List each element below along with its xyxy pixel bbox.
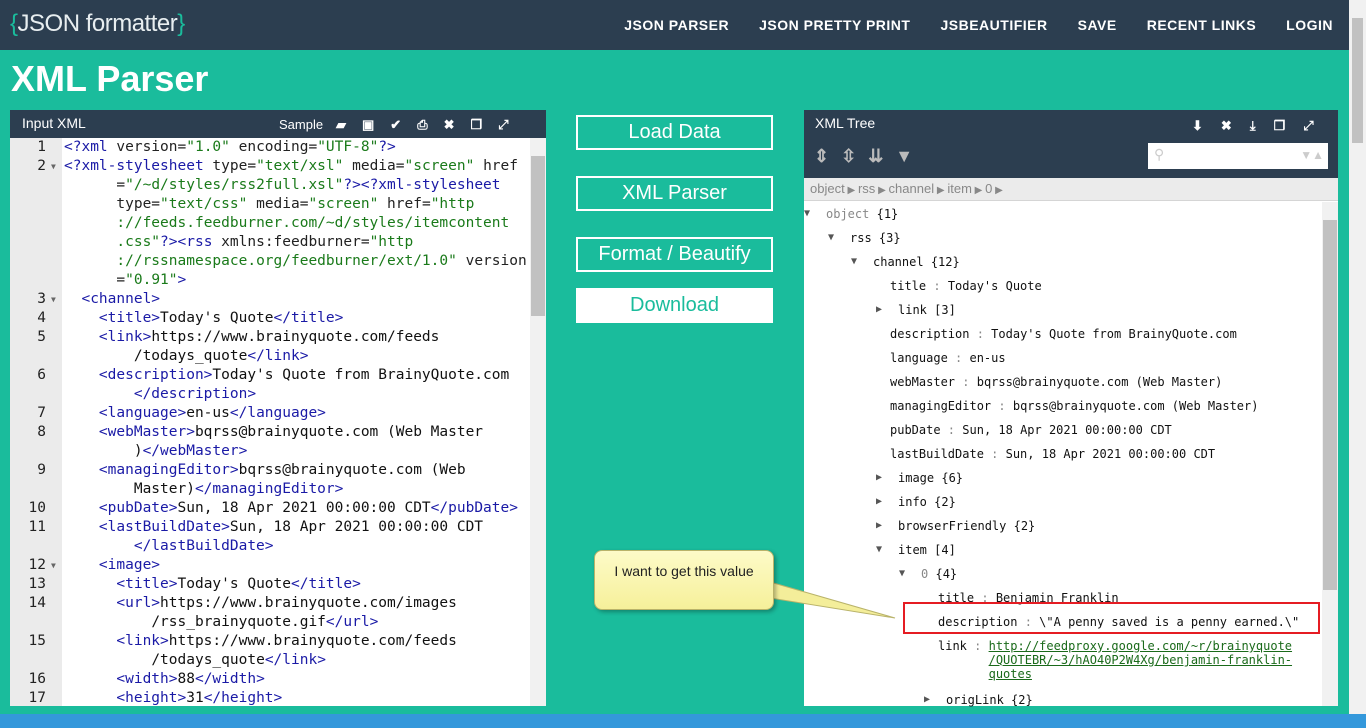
callout-note: I want to get this value: [594, 550, 774, 610]
page-scrollbar[interactable]: [1349, 0, 1366, 714]
footer-strip: [0, 714, 1366, 728]
highlight-box: [903, 602, 1320, 634]
